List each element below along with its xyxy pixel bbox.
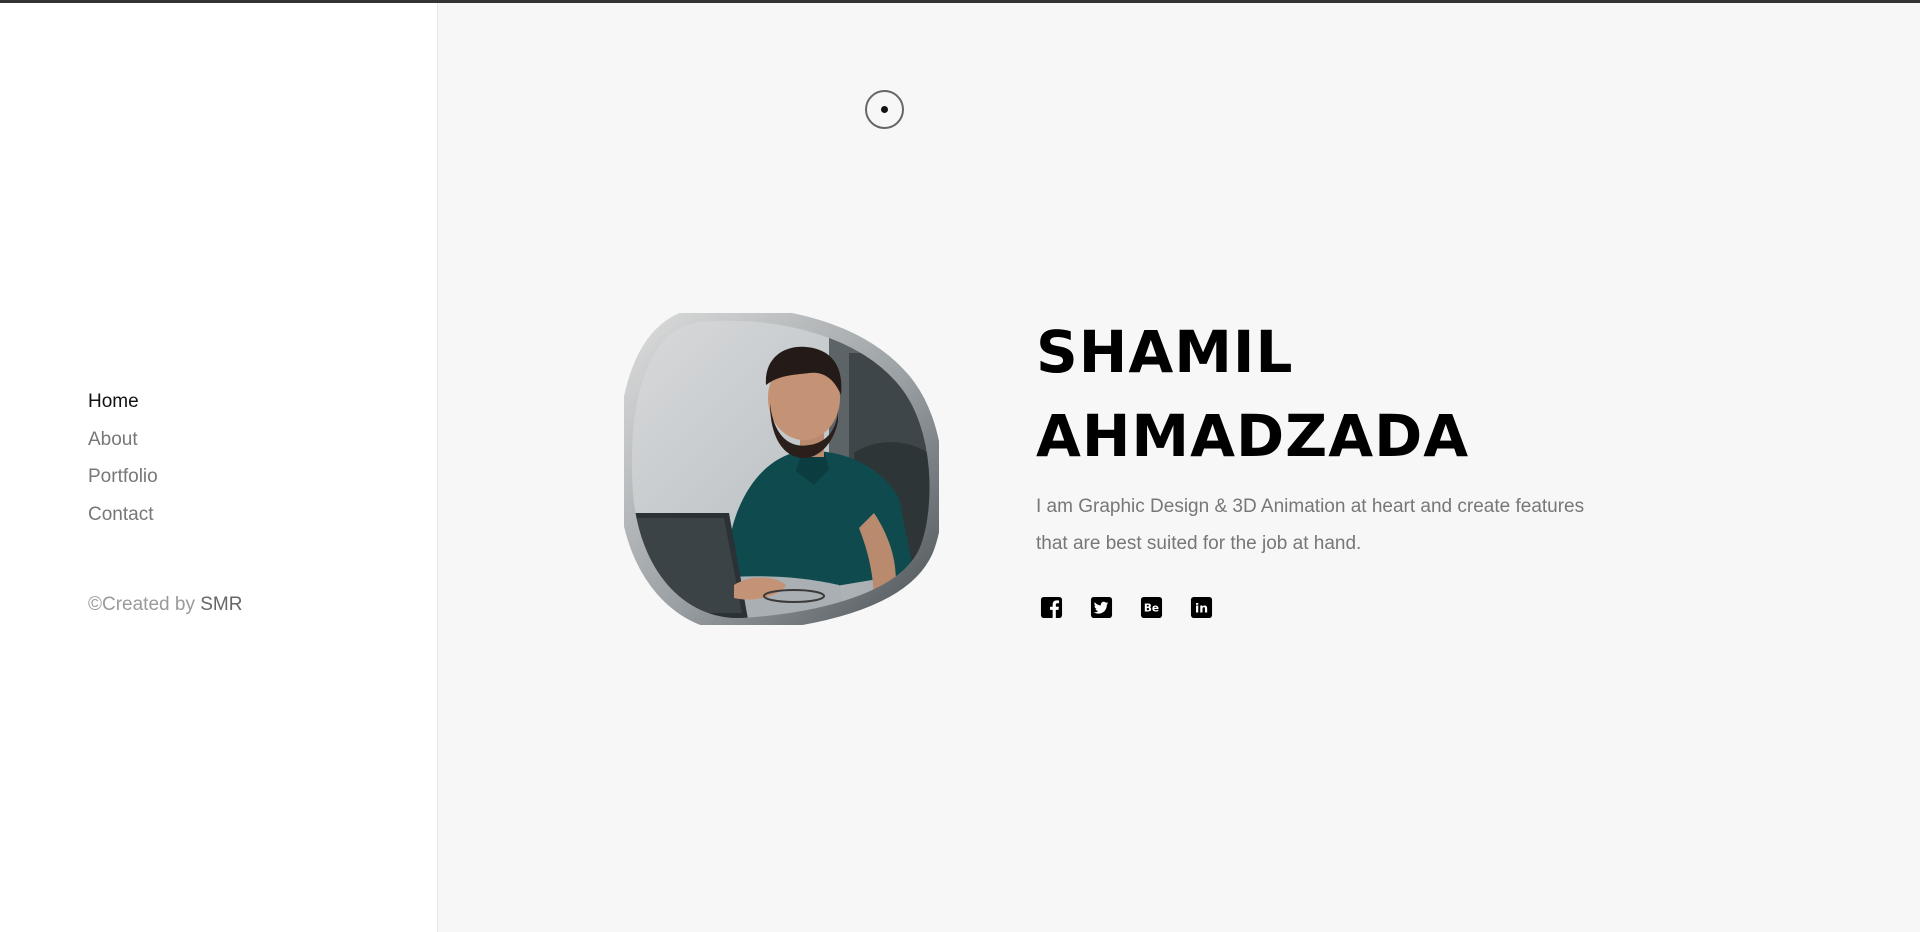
custom-cursor-dot <box>881 106 888 113</box>
profile-photo-illustration <box>624 313 939 625</box>
behance-glyph: Be <box>1144 602 1159 614</box>
main-nav: Home About Portfolio Contact <box>88 383 158 533</box>
hero-first-name: SHAMIL <box>1036 318 1294 386</box>
nav-item-contact[interactable]: Contact <box>88 496 158 534</box>
nav-item-about[interactable]: About <box>88 421 158 459</box>
copyright-brand-link[interactable]: SMR <box>200 594 242 615</box>
nav-item-home[interactable]: Home <box>88 383 158 421</box>
nav-item-portfolio[interactable]: Portfolio <box>88 458 158 496</box>
twitter-icon[interactable] <box>1090 596 1113 619</box>
hero-last-name: AHMADZADA <box>1036 402 1470 470</box>
profile-photo <box>624 313 939 625</box>
hero-name: SHAMIL AHMADZADA <box>1036 310 1469 478</box>
linkedin-icon[interactable]: in <box>1190 596 1213 619</box>
behance-icon[interactable]: Be <box>1140 596 1163 619</box>
linkedin-glyph: in <box>1195 600 1208 615</box>
facebook-icon[interactable] <box>1040 596 1063 619</box>
copyright-prefix: ©Created by <box>88 594 201 615</box>
social-links: Be in <box>1040 596 1213 619</box>
sidebar: Home About Portfolio Contact ©Created by… <box>0 3 438 932</box>
copyright-text: ©Created by SMR <box>88 594 242 616</box>
hero-description: I am Graphic Design & 3D Animation at he… <box>1036 496 1585 554</box>
